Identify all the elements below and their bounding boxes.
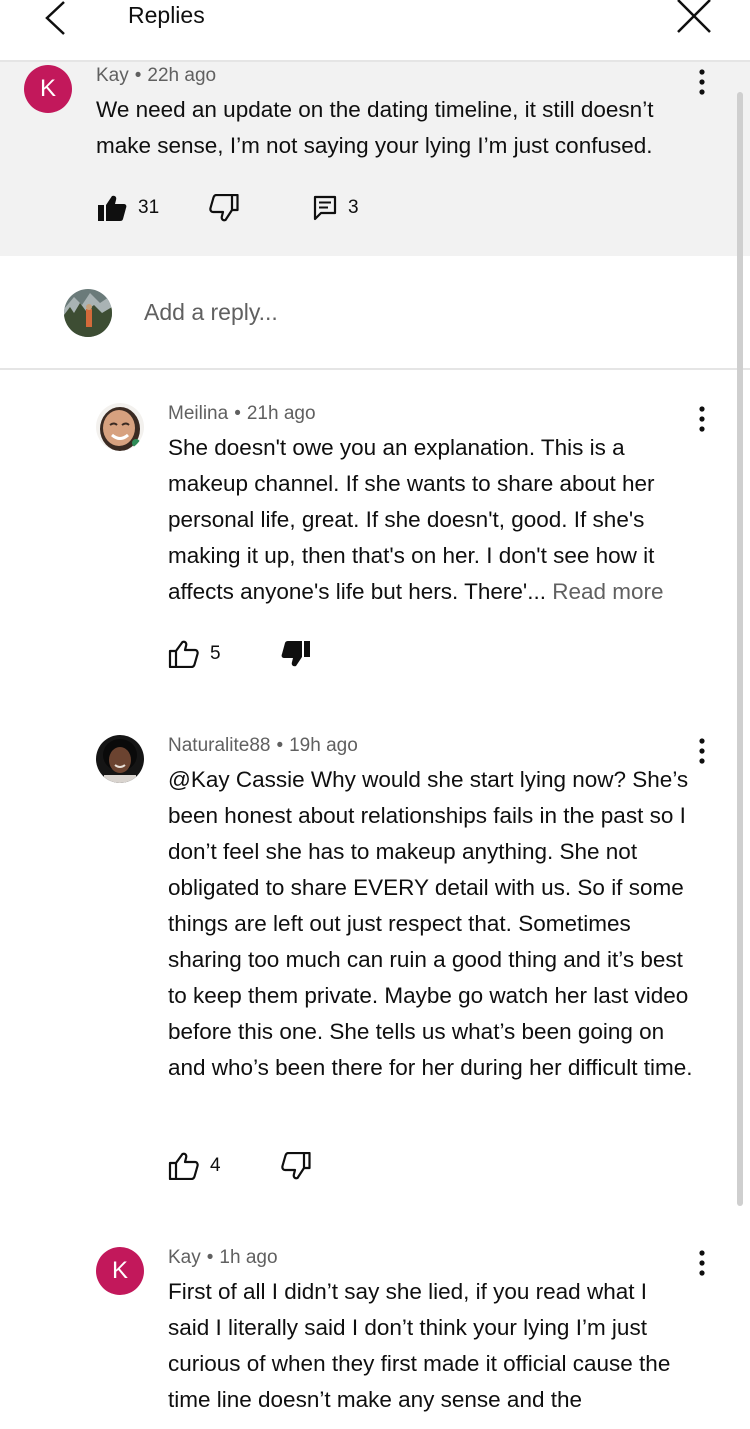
more-options-button[interactable] <box>690 1245 714 1281</box>
thumbs-down-icon <box>281 1152 311 1180</box>
comment-meta: Meilina • 21h ago <box>168 403 316 424</box>
comment-time: 22h ago <box>147 65 217 86</box>
more-vert-icon <box>699 1250 705 1276</box>
thumbs-down-filled-icon <box>281 641 310 667</box>
thumbs-up-filled-icon <box>98 195 127 221</box>
avatar[interactable]: K <box>24 65 72 113</box>
comment-author[interactable]: Naturalite88 <box>168 735 270 756</box>
reply-input[interactable] <box>144 294 704 330</box>
close-button[interactable] <box>672 0 716 36</box>
comment-text: She doesn't owe you an explanation. This… <box>168 430 698 610</box>
comment-icon <box>313 195 337 221</box>
comment-author[interactable]: Meilina <box>168 403 228 424</box>
more-options-button[interactable] <box>690 64 714 100</box>
thumbs-up-icon <box>168 1152 199 1180</box>
like-count: 5 <box>210 643 221 664</box>
close-icon <box>677 0 711 33</box>
comment-author[interactable]: Kay <box>96 65 129 86</box>
comment-text: First of all I didn’t say she lied, if y… <box>168 1279 671 1412</box>
avatar[interactable] <box>96 735 144 783</box>
dislike-button[interactable] <box>208 194 240 222</box>
header-bar: Replies <box>0 0 750 62</box>
read-more-link[interactable]: Read more <box>552 579 663 604</box>
like-count: 31 <box>138 197 160 218</box>
scrollbar[interactable] <box>737 92 743 1206</box>
chevron-left-icon <box>45 1 65 35</box>
avatar[interactable]: K <box>96 1247 144 1295</box>
thumbs-down-icon <box>209 194 239 222</box>
comment-meta: Kay • 22h ago <box>96 65 217 86</box>
like-button[interactable]: 31 <box>96 194 159 222</box>
comment-meta: Naturalite88 • 19h ago <box>168 735 358 756</box>
replies-button[interactable]: 3 <box>312 194 359 222</box>
parent-comment: K Kay • 22h ago We need an update on the d… <box>0 62 750 256</box>
add-reply-bar <box>0 256 750 370</box>
thumbs-up-icon <box>168 640 199 668</box>
reply-count: 3 <box>348 197 359 218</box>
avatar[interactable] <box>96 403 144 451</box>
page-title: Replies <box>128 2 205 28</box>
comment-text: @Kay Cassie Why would she start lying no… <box>168 767 693 1080</box>
more-vert-icon <box>699 69 705 95</box>
like-button[interactable]: 5 <box>168 640 221 668</box>
like-button[interactable]: 4 <box>168 1152 221 1180</box>
like-count: 4 <box>210 1155 221 1176</box>
comment-time: 1h ago <box>219 1247 278 1268</box>
dislike-button[interactable] <box>280 640 312 668</box>
dislike-button[interactable] <box>280 1152 312 1180</box>
comment-author[interactable]: Kay <box>168 1247 201 1268</box>
comment-meta: Kay • 1h ago <box>168 1247 278 1268</box>
comment-time: 21h ago <box>246 403 316 424</box>
back-button[interactable] <box>38 0 74 38</box>
comment-text: We need an update on the dating timeline… <box>96 97 654 158</box>
user-avatar[interactable] <box>64 289 112 337</box>
comment-time: 19h ago <box>289 735 358 756</box>
